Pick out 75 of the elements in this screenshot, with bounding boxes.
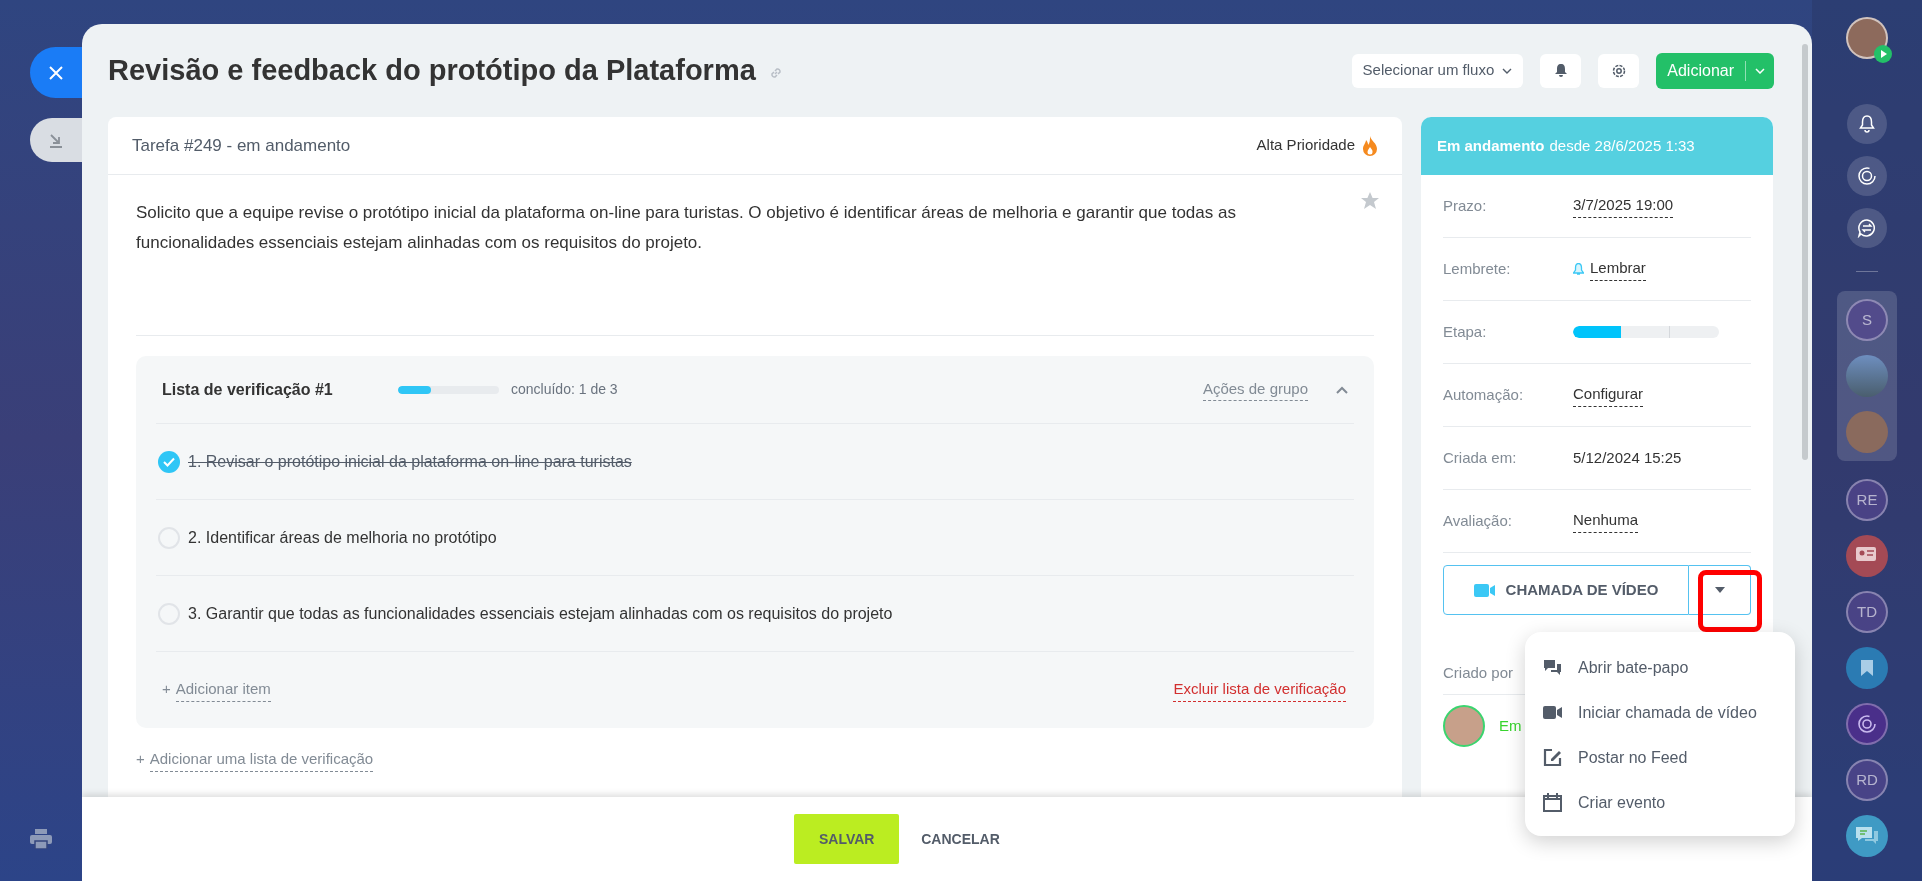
edit-icon	[1543, 748, 1562, 767]
field-label: Lembrete:	[1443, 258, 1512, 279]
stage-track[interactable]	[1573, 326, 1719, 338]
assistant-chat-button[interactable]	[1846, 703, 1888, 745]
status-header: Em andamento desde 28/6/2025 1:33	[1421, 117, 1773, 175]
checklist-item-text: 1. Revisar o protótipo inicial da plataforma on-line para turistas	[188, 451, 632, 472]
caret-icon	[1714, 587, 1725, 593]
bookmark-icon	[1861, 660, 1873, 676]
assistant-button[interactable]	[1847, 156, 1887, 196]
save-button[interactable]: SALVAR	[794, 814, 900, 864]
chat-arrows-icon	[1857, 218, 1877, 238]
field-link[interactable]: Configurar	[1573, 383, 1644, 407]
notification-button[interactable]	[1540, 53, 1582, 88]
collapse-arrow-icon	[48, 132, 64, 148]
spiral-icon	[1857, 166, 1877, 186]
notifications-button[interactable]	[1847, 104, 1887, 144]
close-button[interactable]	[30, 47, 82, 98]
minimize-button[interactable]	[30, 118, 82, 162]
video-call-button[interactable]: CHAMADA DE VÍDEO	[1443, 565, 1689, 615]
chat-bubbles-icon	[1855, 826, 1879, 846]
menu-item[interactable]: Postar no Feed	[1525, 735, 1795, 780]
close-icon	[48, 64, 64, 81]
field-link[interactable]: 3/7/2025 19:00	[1573, 194, 1674, 218]
video-camera-icon	[1543, 706, 1562, 719]
chevron-up-icon	[1336, 385, 1348, 394]
field-label: Automação:	[1443, 384, 1525, 405]
chat-switch-button[interactable]	[1847, 208, 1887, 248]
field-label: Criada em:	[1443, 447, 1518, 468]
settings-button[interactable]	[1598, 53, 1640, 88]
chat-avatar[interactable]: RE	[1846, 479, 1888, 521]
menu-item[interactable]: Iniciar chamada de vídeo	[1525, 690, 1795, 735]
priority-label: Alta Prioridade	[1256, 135, 1355, 156]
chat-avatar[interactable]: TD	[1846, 591, 1888, 633]
delete-checklist-link[interactable]: Excluir lista de verificação	[1173, 678, 1346, 702]
menu-item[interactable]: Abrir bate-papo	[1525, 645, 1795, 690]
task-heading: Tarefa #249 - em andamento	[132, 134, 351, 157]
checklist-title: Lista de verificação #1	[162, 379, 334, 400]
field-link[interactable]: Nenhuma	[1573, 509, 1639, 533]
flow-select[interactable]: Selecionar um fluxo	[1351, 53, 1524, 88]
checklist-item-text: 2. Identificar áreas de melhoria no protótipo	[188, 527, 497, 548]
bell-icon	[1858, 114, 1876, 134]
task-title: Revisão e feedback do protótipo da Plataforma	[108, 52, 756, 88]
field-label: Etapa:	[1443, 321, 1488, 342]
bell-icon	[1553, 63, 1568, 78]
add-checklist-link[interactable]: + Adicionar uma lista de verificação	[136, 748, 374, 772]
menu-item[interactable]: Criar evento	[1525, 780, 1795, 825]
star-icon[interactable]	[1360, 191, 1380, 211]
video-options-button[interactable]	[1689, 565, 1751, 615]
progress-text: concluído: 1 de 3	[511, 380, 618, 399]
cancel-button[interactable]: CANCELAR	[921, 828, 1000, 850]
chevron-down-icon	[1755, 67, 1765, 74]
chevron-down-icon	[1502, 67, 1513, 74]
bell-icon	[1573, 263, 1584, 275]
chat-button[interactable]	[1846, 815, 1888, 857]
field-label: Avaliação:	[1443, 510, 1513, 531]
calendar-icon	[1543, 793, 1562, 812]
created-by-label: Criado por	[1443, 663, 1514, 684]
spiral-icon	[1857, 714, 1877, 734]
check-icon	[163, 456, 175, 467]
bookmark-button[interactable]	[1846, 647, 1888, 689]
play-icon	[1874, 45, 1892, 63]
field-value: 5/12/2024 15:25	[1573, 447, 1682, 468]
task-description: Solicito que a equipe revise o protótipo inicial da plataforma on-line para turistas. O objetivo é identificar áreas de melhoria e garantir que todas as funcionalidades essenciais estejam alinhadas com os requisitos do projeto.	[136, 202, 1237, 254]
chat-avatar[interactable]: RD	[1846, 759, 1888, 801]
reminder-link[interactable]: Lembrar	[1590, 257, 1646, 281]
checklist-item-text: 3. Garantir que todas as funcionalidades essenciais estejam alinhadas com os requisitos do projeto	[188, 603, 893, 624]
flame-icon	[1362, 135, 1378, 156]
video-camera-icon	[1473, 583, 1496, 597]
field-label: Prazo:	[1443, 195, 1488, 216]
chat-bubbles-icon	[1543, 659, 1562, 676]
contact-card-button[interactable]	[1846, 535, 1888, 577]
print-icon[interactable]	[30, 829, 52, 849]
settings-icon	[1610, 62, 1627, 79]
checkbox[interactable]	[158, 450, 180, 473]
chat-avatar[interactable]: S	[1846, 299, 1888, 341]
